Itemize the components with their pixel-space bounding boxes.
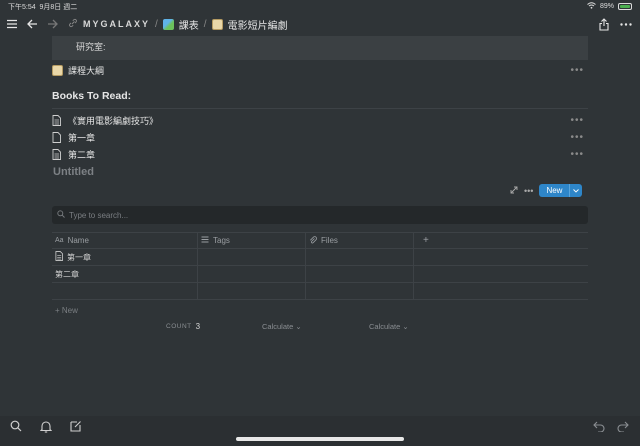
back-arrow-icon[interactable] bbox=[22, 14, 42, 34]
forward-arrow-icon[interactable] bbox=[42, 14, 62, 34]
more-options-icon[interactable]: ••• bbox=[570, 115, 584, 126]
database-toolbar: ••• New bbox=[510, 184, 583, 197]
battery-percent: 89% bbox=[599, 3, 614, 10]
share-icon[interactable] bbox=[594, 14, 614, 34]
wifi-icon bbox=[587, 2, 596, 11]
search-icon[interactable] bbox=[8, 418, 24, 434]
expand-icon[interactable] bbox=[510, 186, 518, 196]
plus-icon: + bbox=[423, 235, 429, 246]
database-table: Aa Name Tags Files + 第一章 第二章 bbox=[52, 232, 588, 300]
link-icon bbox=[68, 18, 78, 31]
nav-bar: MYGALAXY / 課表 / 電影短片編劇 bbox=[0, 12, 640, 36]
add-column-button[interactable]: + bbox=[414, 233, 588, 248]
status-bar: 下午5:54 9月8日 週二 89% bbox=[0, 0, 640, 12]
more-icon[interactable] bbox=[616, 14, 636, 34]
table-row[interactable] bbox=[52, 283, 588, 300]
column-name[interactable]: Aa Name bbox=[52, 233, 198, 248]
row-title: 第二章 bbox=[55, 269, 79, 279]
calculate-files-button[interactable]: Calculate ⌄ bbox=[369, 322, 409, 331]
search-icon bbox=[57, 210, 65, 220]
text-property-icon: Aa bbox=[55, 237, 64, 244]
bell-icon[interactable] bbox=[38, 418, 54, 434]
document-icon bbox=[55, 251, 63, 263]
add-row-button[interactable]: + New bbox=[55, 306, 78, 315]
redo-icon[interactable] bbox=[615, 418, 631, 434]
battery-icon bbox=[618, 3, 632, 10]
page-icon bbox=[52, 131, 64, 143]
bottom-toolbar bbox=[0, 416, 640, 446]
list-icon bbox=[201, 236, 209, 245]
chapter-2-page-link[interactable]: 第二章 ••• bbox=[52, 146, 588, 162]
row-title: 第一章 bbox=[67, 252, 91, 262]
chapter-1-page-link[interactable]: 第一章 ••• bbox=[52, 129, 588, 145]
menu-icon[interactable] bbox=[2, 14, 22, 34]
paperclip-icon bbox=[309, 235, 317, 246]
breadcrumb-workspace[interactable]: MYGALAXY bbox=[83, 19, 150, 29]
table-row[interactable]: 第二章 bbox=[52, 266, 588, 283]
document-icon bbox=[52, 148, 64, 160]
breadcrumb: MYGALAXY / 課表 / 電影短片編劇 bbox=[68, 17, 288, 32]
count-summary[interactable]: COUNT 3 bbox=[166, 322, 200, 331]
calculate-tags-button[interactable]: Calculate ⌄ bbox=[262, 322, 302, 331]
table-row[interactable]: 第一章 bbox=[52, 249, 588, 266]
divider bbox=[52, 108, 588, 109]
lab-text: 研究室: bbox=[76, 42, 106, 52]
document-icon bbox=[52, 114, 64, 126]
callout-block bbox=[52, 36, 588, 60]
table-header: Aa Name Tags Files + bbox=[52, 232, 588, 249]
schedule-emoji-icon bbox=[162, 18, 174, 30]
home-indicator[interactable] bbox=[236, 437, 404, 441]
new-button[interactable]: New bbox=[539, 184, 583, 197]
status-time: 下午5:54 9月8日 週二 bbox=[8, 4, 78, 11]
memo-icon bbox=[52, 64, 64, 76]
breadcrumb-schedule[interactable]: 課表 bbox=[179, 17, 199, 32]
edit-icon[interactable] bbox=[68, 418, 84, 434]
more-options-icon[interactable]: ••• bbox=[570, 132, 584, 143]
database-title[interactable]: Untitled bbox=[53, 166, 94, 178]
books-heading: Books To Read: bbox=[52, 90, 132, 102]
undo-icon[interactable] bbox=[591, 418, 607, 434]
outline-page-link[interactable]: 課程大綱 ••• bbox=[52, 62, 588, 78]
chevron-down-icon[interactable] bbox=[569, 184, 582, 197]
column-tags[interactable]: Tags bbox=[198, 233, 306, 248]
more-options-icon[interactable]: ••• bbox=[570, 149, 584, 160]
book-page-link[interactable]: 《實用電影編劇技巧》 ••• bbox=[52, 112, 588, 128]
more-options-icon[interactable]: ••• bbox=[524, 186, 533, 196]
search-input[interactable]: Type to search... bbox=[52, 206, 588, 224]
breadcrumb-current-page[interactable]: 電影短片編劇 bbox=[228, 17, 288, 32]
memo-emoji-icon bbox=[211, 18, 223, 30]
column-files[interactable]: Files bbox=[306, 233, 414, 248]
more-options-icon[interactable]: ••• bbox=[570, 65, 584, 76]
